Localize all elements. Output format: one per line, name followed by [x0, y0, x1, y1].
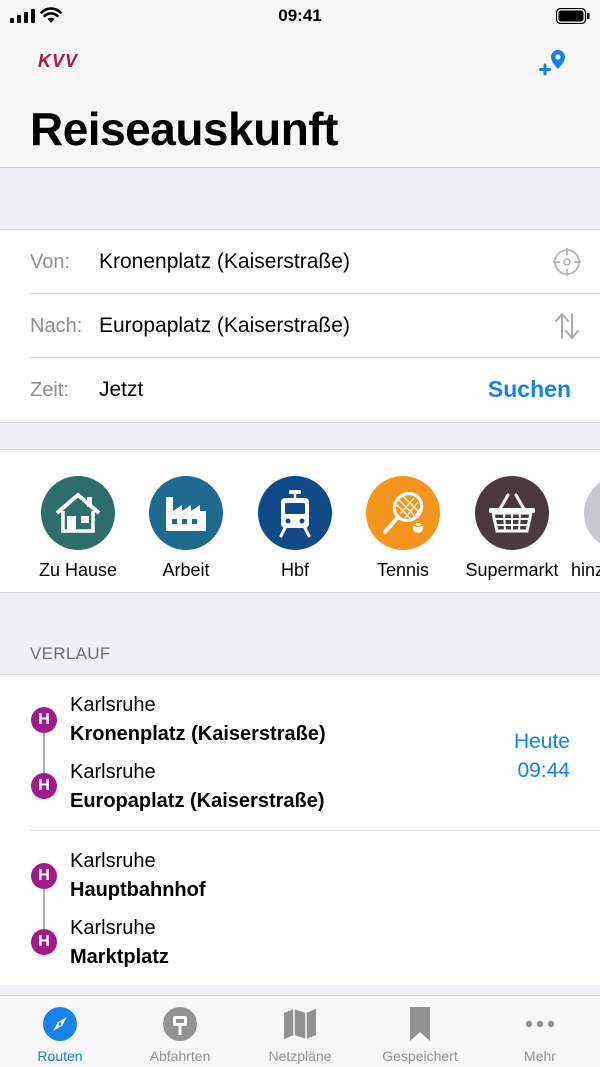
trip-time: Heute 09:44	[514, 727, 570, 785]
status-bar: 09:41	[0, 0, 600, 34]
factory-icon	[149, 476, 223, 550]
tab-saved[interactable]: Gespeichert	[360, 996, 480, 1067]
tab-more[interactable]: Mehr	[480, 996, 600, 1067]
time-field[interactable]: Jetzt	[99, 378, 143, 402]
destination-stop: Marktplatz	[70, 946, 169, 968]
tab-label: Abfahrten	[149, 1048, 211, 1064]
from-row[interactable]: Von: Kronenplatz (Kaiserstraße)	[30, 230, 600, 294]
time-row[interactable]: Zeit: Jetzt Suchen	[30, 358, 600, 422]
favorite-hbf[interactable]: Hbf	[240, 476, 350, 581]
add-icon	[584, 476, 600, 550]
origin-stop: Hauptbahnhof	[70, 879, 206, 901]
bookmark-icon	[410, 1007, 430, 1041]
history-list: H H Karlsruhe Kronenplatz (Kaiserstraße)…	[0, 674, 600, 985]
tab-label: Mehr	[524, 1048, 556, 1064]
destination-city: Karlsruhe	[70, 761, 156, 783]
tab-label: Routen	[37, 1048, 83, 1064]
stop-marker-icon: H	[31, 929, 57, 955]
history-trip[interactable]: H H Karlsruhe Hauptbahnhof Karlsruhe Mar…	[30, 830, 600, 985]
favorite-supermarket[interactable]: Supermarkt	[457, 476, 567, 581]
tram-icon	[258, 476, 332, 550]
favorite-label: Tennis	[376, 560, 430, 580]
destination-stop: Europaplatz (Kaiserstraße)	[70, 790, 325, 812]
history-section-title: VERLAUF	[30, 644, 111, 663]
favorites-strip[interactable]: Zu Hause Arbeit Hbf Tennis Supermarkt hi…	[0, 449, 600, 593]
from-label: Von:	[30, 251, 71, 273]
tab-bar: Routen Abfahrten Netzpläne Gespeichert M…	[0, 995, 600, 1067]
favorite-label: Zu Hause	[38, 560, 118, 580]
tab-network-maps[interactable]: Netzpläne	[240, 996, 360, 1067]
current-location-icon[interactable]	[552, 247, 582, 277]
stop-marker-icon: H	[31, 773, 57, 799]
map-icon	[284, 1009, 316, 1039]
tab-routes[interactable]: Routen	[0, 996, 120, 1067]
favorite-label: Arbeit	[162, 560, 210, 580]
favorite-tennis[interactable]: Tennis	[348, 476, 458, 581]
favorite-label: Supermarkt	[465, 560, 559, 580]
house-icon	[41, 476, 115, 550]
favorite-label: Hbf	[280, 560, 309, 580]
favorite-work[interactable]: Arbeit	[131, 476, 241, 581]
origin-stop: Kronenplatz (Kaiserstraße)	[70, 723, 326, 745]
more-icon	[525, 1020, 555, 1028]
favorite-home[interactable]: Zu Hause	[23, 476, 133, 581]
to-row[interactable]: Nach: Europaplatz (Kaiserstraße)	[30, 294, 600, 358]
trip-clock: 09:44	[517, 759, 570, 782]
from-field[interactable]: Kronenplatz (Kaiserstraße)	[99, 250, 350, 274]
to-field[interactable]: Europaplatz (Kaiserstraße)	[99, 314, 350, 338]
time-label: Zeit:	[30, 379, 69, 401]
search-button[interactable]: Suchen	[488, 376, 571, 403]
to-label: Nach:	[30, 315, 83, 337]
route-search-form: Von: Kronenplatz (Kaiserstraße) Nach: Eu…	[0, 229, 600, 423]
compass-icon	[43, 1007, 77, 1041]
add-location-icon[interactable]	[536, 48, 570, 80]
swap-icon[interactable]	[552, 311, 582, 341]
origin-city: Karlsruhe	[70, 850, 156, 872]
battery-icon	[556, 8, 590, 24]
kvv-logo: KVV	[38, 51, 79, 71]
tab-label: Gespeichert	[382, 1048, 458, 1064]
tab-label: Netzpläne	[268, 1048, 332, 1064]
stop-marker-icon: H	[31, 707, 57, 733]
basket-icon	[475, 476, 549, 550]
origin-city: Karlsruhe	[70, 694, 156, 716]
favorite-add[interactable]: hinzufügen	[566, 476, 600, 581]
history-trip[interactable]: H H Karlsruhe Kronenplatz (Kaiserstraße)…	[0, 675, 600, 830]
page-title: Reiseauskunft	[30, 103, 338, 155]
clock: 09:41	[278, 6, 322, 25]
navigation-header: KVV Reiseauskunft	[0, 34, 600, 168]
stop-marker-icon: H	[31, 863, 57, 889]
trip-day: Heute	[513, 730, 570, 753]
favorite-label: hinzufügen	[571, 560, 600, 580]
destination-city: Karlsruhe	[70, 917, 156, 939]
tennis-icon	[366, 476, 440, 550]
tab-departures[interactable]: Abfahrten	[120, 996, 240, 1067]
departure-sign-icon	[163, 1007, 197, 1041]
